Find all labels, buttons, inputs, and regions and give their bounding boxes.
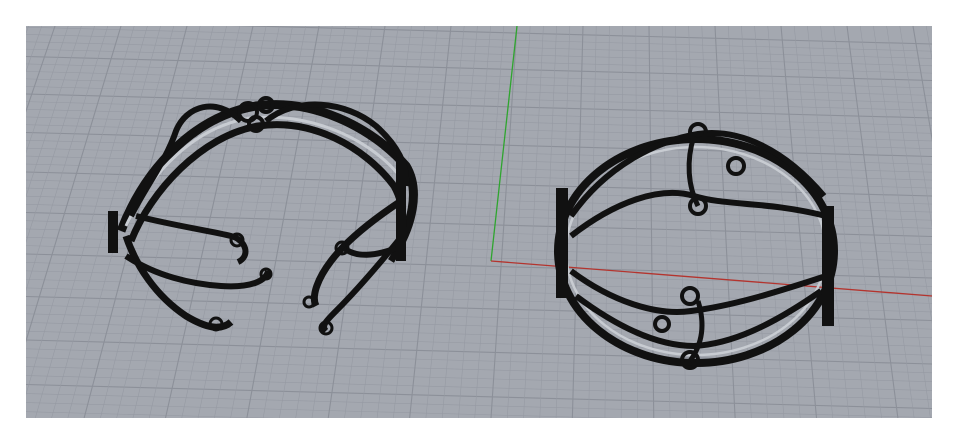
grid-line (474, 26, 505, 418)
grid-line (571, 26, 584, 418)
grid-line (458, 26, 491, 418)
grid-line (26, 26, 29, 35)
grid-line (912, 26, 932, 142)
grid-line (26, 93, 932, 119)
grid-line (26, 78, 932, 104)
grid-line (26, 86, 932, 111)
grid-line (846, 26, 899, 418)
grid-line (279, 26, 346, 418)
grid-line (26, 131, 932, 158)
grid-line (231, 26, 932, 45)
grid-line (262, 26, 333, 418)
grid-line (26, 63, 932, 89)
grid-line (26, 26, 56, 113)
grid-line (26, 375, 932, 400)
perspective-viewport[interactable] (26, 26, 932, 418)
grid-line (132, 26, 227, 418)
grid-line (859, 26, 915, 418)
grid-line (26, 26, 43, 73)
grid-line (635, 26, 638, 418)
grid-line (164, 26, 254, 418)
grid-line (873, 26, 931, 418)
grid-line (295, 26, 359, 418)
grid-line (899, 26, 932, 228)
grid-line (26, 393, 932, 418)
grid-line (620, 26, 623, 418)
grid-line (26, 124, 932, 150)
grid-line (26, 71, 932, 96)
grid-line (26, 383, 932, 410)
grid-line (833, 26, 882, 418)
grid-line (311, 26, 373, 418)
grid-line (767, 26, 801, 418)
grid-line (604, 26, 610, 418)
grid-line (26, 55, 932, 82)
grid-line (441, 26, 478, 418)
